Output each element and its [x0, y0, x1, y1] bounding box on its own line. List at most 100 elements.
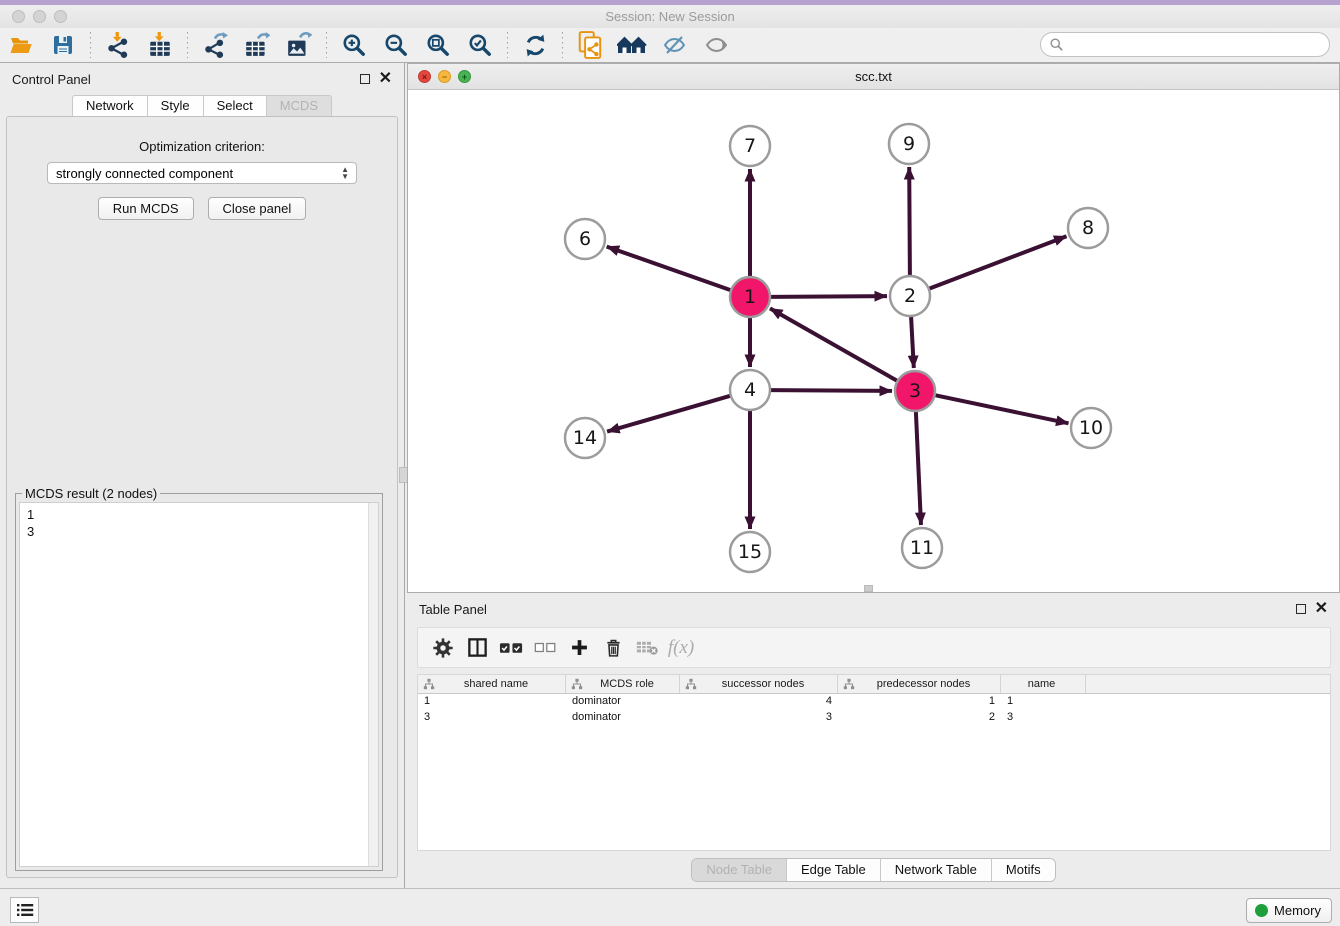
edge-2-8[interactable] [930, 236, 1067, 288]
criterion-select[interactable]: strongly connected component ▲▼ [47, 162, 357, 184]
import-table-icon[interactable] [145, 31, 175, 59]
table-row[interactable]: 3 dominator 3 2 3 [418, 710, 1330, 726]
create-column-plus-icon[interactable] [562, 633, 596, 663]
edge-3-10[interactable] [936, 395, 1069, 423]
float-table-panel-icon[interactable] [1296, 604, 1306, 614]
network-canvas[interactable]: 1234678910111415 [408, 90, 1339, 592]
node-label-8: 8 [1082, 217, 1094, 239]
edge-1-6[interactable] [607, 247, 731, 290]
select-all-columns-icon[interactable] [494, 633, 528, 663]
edge-2-9[interactable] [909, 167, 910, 275]
zoom-in-icon[interactable] [339, 31, 369, 59]
cell-mcds-role[interactable]: dominator [566, 694, 680, 710]
close-panel-button[interactable]: Close panel [208, 197, 307, 220]
float-panel-icon[interactable] [360, 74, 370, 84]
export-network-icon[interactable] [200, 31, 230, 59]
tab-style[interactable]: Style [148, 95, 204, 116]
houses-icon[interactable] [617, 31, 647, 59]
save-session-icon[interactable] [48, 31, 78, 59]
edge-1-2[interactable] [771, 296, 887, 297]
show-columns-icon[interactable] [460, 633, 494, 663]
node-label-9: 9 [903, 133, 915, 155]
edge-3-11[interactable] [916, 412, 921, 525]
cell-name[interactable]: 1 [1001, 694, 1086, 710]
edge-2-3[interactable] [911, 317, 914, 368]
mcds-result-textarea[interactable]: 1 3 [19, 502, 379, 867]
node-label-7: 7 [744, 135, 756, 157]
delete-table-icon [630, 633, 664, 663]
toolbar-separator [507, 32, 508, 58]
titlebar: Session: New Session [0, 5, 1340, 28]
cell-predecessor-nodes[interactable]: 2 [838, 710, 1001, 726]
search-input[interactable] [1040, 32, 1330, 57]
hierarchy-icon [685, 678, 697, 690]
delete-column-trash-icon[interactable] [596, 633, 630, 663]
table-panel: Table Panel ✕ f(x) [407, 595, 1340, 888]
unselect-all-columns-icon[interactable] [528, 633, 562, 663]
tab-motifs[interactable]: Motifs [992, 859, 1055, 881]
hierarchy-icon [571, 678, 583, 690]
hierarchy-icon [843, 678, 855, 690]
tab-node-table[interactable]: Node Table [692, 859, 787, 881]
tab-network[interactable]: Network [72, 95, 148, 116]
optimization-criterion-label: Optimization criterion: [7, 139, 397, 154]
tab-network-table[interactable]: Network Table [881, 859, 992, 881]
task-history-button[interactable] [10, 897, 39, 923]
network-title: scc.txt [408, 69, 1339, 84]
open-file-icon[interactable] [6, 31, 36, 59]
cell-successor-nodes[interactable]: 3 [680, 710, 838, 726]
import-network-icon[interactable] [103, 31, 133, 59]
new-network-from-selection-icon[interactable] [575, 31, 605, 59]
node-label-6: 6 [579, 228, 591, 250]
search-icon [1049, 37, 1064, 52]
export-table-icon[interactable] [242, 31, 272, 59]
cell-mcds-role[interactable]: dominator [566, 710, 680, 726]
hide-selected-eye-icon[interactable] [659, 31, 689, 59]
zoom-selected-icon[interactable] [465, 31, 495, 59]
zoom-fit-icon[interactable] [423, 31, 453, 59]
column-header-mcds-role[interactable]: MCDS role [566, 675, 680, 693]
show-all-eye-icon[interactable] [701, 31, 731, 59]
cell-name[interactable]: 3 [1001, 710, 1086, 726]
column-header-predecessor-nodes[interactable]: predecessor nodes [838, 675, 1001, 693]
table-panel-title: Table Panel [419, 602, 487, 617]
node-label-3: 3 [909, 380, 921, 402]
node-label-1: 1 [744, 286, 756, 308]
cell-successor-nodes[interactable]: 4 [680, 694, 838, 710]
tab-edge-table[interactable]: Edge Table [787, 859, 881, 881]
close-panel-icon[interactable]: ✕ [379, 74, 392, 84]
table-row[interactable]: 1 dominator 4 1 1 [418, 694, 1330, 710]
list-icon [16, 902, 34, 918]
cell-shared-name[interactable]: 1 [418, 694, 566, 710]
network-graph-svg[interactable]: 1234678910111415 [408, 90, 1339, 592]
column-header-successor-nodes[interactable]: successor nodes [680, 675, 838, 693]
table-settings-gear-icon[interactable] [426, 633, 460, 663]
cell-shared-name[interactable]: 3 [418, 710, 566, 726]
edge-4-3[interactable] [771, 390, 892, 391]
edge-4-14[interactable] [607, 396, 730, 432]
column-header-name[interactable]: name [1001, 675, 1086, 693]
refresh-icon[interactable] [520, 31, 550, 59]
close-table-panel-icon[interactable]: ✕ [1315, 604, 1328, 614]
network-frame-titlebar[interactable]: × − + scc.txt [408, 64, 1339, 90]
table-header-row: shared name MCDS role successor nodes pr… [418, 675, 1330, 694]
edge-3-1[interactable] [770, 308, 897, 380]
tab-select[interactable]: Select [204, 95, 267, 116]
node-table[interactable]: shared name MCDS role successor nodes pr… [417, 674, 1331, 851]
select-stepper-icon: ▲▼ [341, 166, 349, 180]
control-panel: Control Panel ✕ Network Style Select MCD… [0, 63, 405, 888]
run-mcds-button[interactable]: Run MCDS [98, 197, 194, 220]
tab-mcds[interactable]: MCDS [267, 95, 332, 116]
result-scrollbar[interactable] [368, 503, 378, 866]
control-panel-title: Control Panel [12, 72, 91, 87]
split-resize-handle[interactable] [864, 585, 873, 592]
zoom-out-icon[interactable] [381, 31, 411, 59]
node-label-10: 10 [1079, 417, 1103, 439]
table-tabs: Node Table Edge Table Network Table Moti… [407, 858, 1340, 882]
hierarchy-icon [423, 678, 435, 690]
column-header-shared-name[interactable]: shared name [418, 675, 566, 693]
cell-predecessor-nodes[interactable]: 1 [838, 694, 1001, 710]
export-image-icon[interactable] [284, 31, 314, 59]
memory-button[interactable]: Memory [1246, 898, 1332, 923]
node-label-14: 14 [573, 427, 597, 449]
